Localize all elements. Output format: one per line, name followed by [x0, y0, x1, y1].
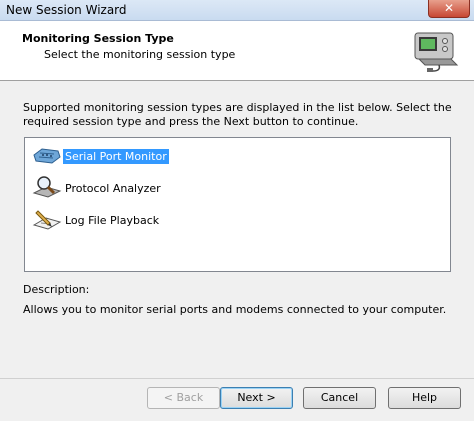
- list-item-label: Protocol Analyzer: [65, 182, 161, 195]
- page-subtitle: Select the monitoring session type: [44, 48, 236, 61]
- monitor-device-icon: [414, 32, 459, 72]
- serial-port-icon: [33, 148, 61, 164]
- list-item-label: Serial Port Monitor: [63, 149, 169, 164]
- description-text: Allows you to monitor serial ports and m…: [23, 303, 447, 316]
- help-button[interactable]: Help: [388, 387, 461, 409]
- window-title: New Session Wizard: [6, 3, 127, 17]
- list-item-label: Log File Playback: [65, 214, 160, 227]
- log-playback-icon: [32, 210, 62, 230]
- title-bar: New Session Wizard ✕: [0, 0, 474, 21]
- cancel-button[interactable]: Cancel: [303, 387, 376, 409]
- wizard-content: Supported monitoring session types are d…: [0, 81, 474, 381]
- back-button[interactable]: < Back: [147, 387, 220, 409]
- session-type-list[interactable]: Serial Port Monitor Protocol Analyzer Lo…: [24, 137, 451, 272]
- description-label: Description:: [23, 283, 90, 296]
- next-button[interactable]: Next >: [220, 387, 293, 409]
- close-button[interactable]: ✕: [428, 0, 470, 18]
- page-title: Monitoring Session Type: [22, 32, 174, 45]
- button-separator: [0, 378, 474, 379]
- wizard-header: Monitoring Session Type Select the monit…: [0, 21, 474, 81]
- instructions-text: Supported monitoring session types are d…: [23, 101, 452, 128]
- magnifier-icon: [32, 176, 62, 198]
